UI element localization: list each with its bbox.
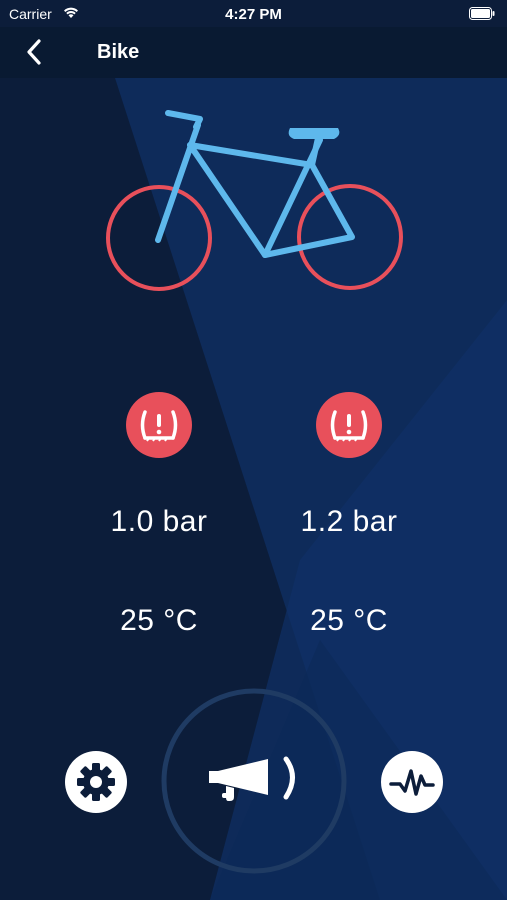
page-title: Bike: [97, 41, 140, 63]
bike-illustration: [106, 110, 403, 291]
clock: 4:27 PM: [225, 6, 282, 23]
horn-icon: [161, 688, 347, 874]
battery-icon: [469, 7, 495, 25]
back-button[interactable]: [20, 37, 50, 67]
status-bar: Carrier 4:27 PM: [0, 0, 507, 27]
gear-icon: [65, 751, 127, 813]
rear-temperature-value: 25 °C: [310, 604, 388, 637]
rear-pressure-value: 1.2 bar: [300, 505, 398, 538]
chevron-left-icon: [27, 39, 41, 65]
settings-button[interactable]: [65, 751, 127, 813]
navigation-bar: Bike: [0, 27, 507, 78]
front-temperature-value: 25 °C: [120, 604, 198, 637]
activity-icon: [381, 751, 443, 813]
activity-button[interactable]: [381, 751, 443, 813]
horn-button[interactable]: [160, 687, 348, 875]
front-tire-warning-icon: [126, 392, 192, 458]
rear-tire-warning-icon: [316, 392, 382, 458]
front-pressure-value: 1.0 bar: [110, 505, 208, 538]
